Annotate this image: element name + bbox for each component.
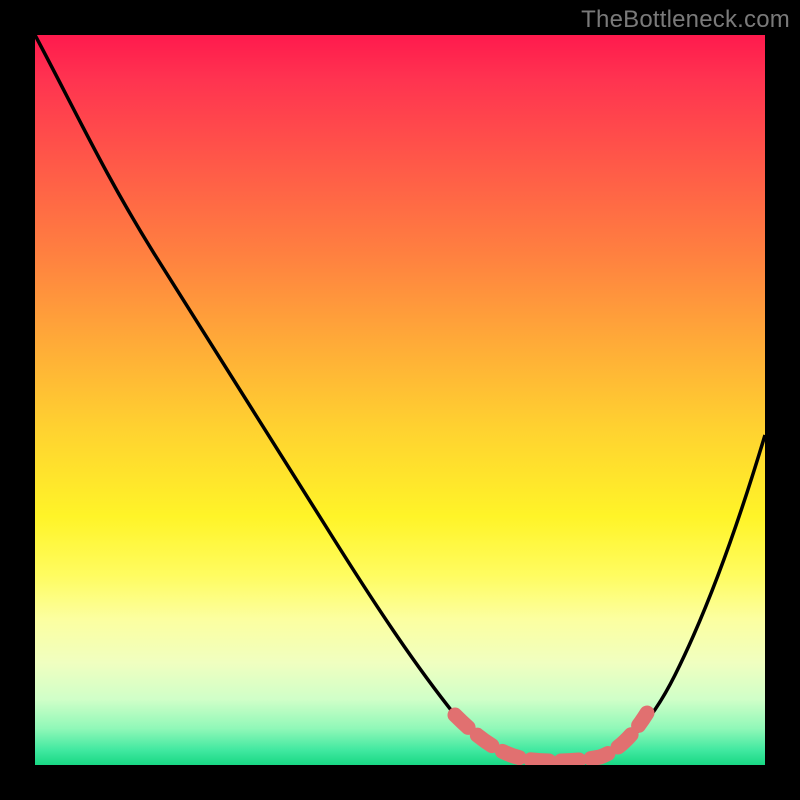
curve-path [35, 35, 765, 761]
chart-frame: TheBottleneck.com [0, 0, 800, 800]
bottleneck-curve [35, 35, 765, 765]
plot-area [35, 35, 765, 765]
optimal-zone-highlight [455, 713, 647, 761]
watermark-text: TheBottleneck.com [581, 6, 790, 34]
